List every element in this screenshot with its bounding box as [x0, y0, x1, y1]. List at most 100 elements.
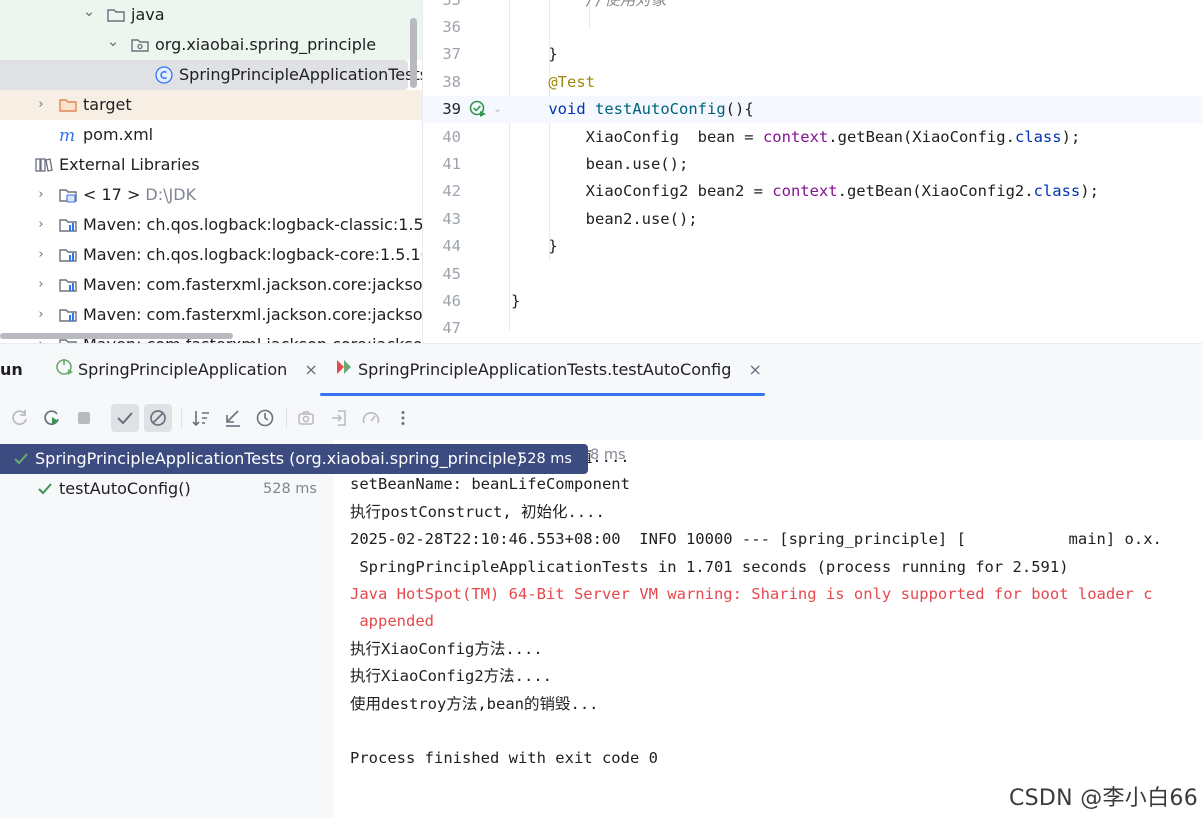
console-output[interactable]: 8 ms 执行setSingletonDog,属性赋值....setBeanNa…: [334, 440, 1202, 818]
toolbar-separator: [286, 408, 287, 428]
chevron-right-icon[interactable]: ›: [34, 270, 48, 300]
code-line[interactable]: 46}: [423, 288, 1202, 315]
line-number: 44: [442, 237, 461, 256]
code-line[interactable]: 38 @Test: [423, 69, 1202, 96]
test-tree-child[interactable]: testAutoConfig() 528 ms: [0, 474, 334, 504]
tree-row-label: org.xiaobai.spring_principle: [155, 35, 377, 54]
tree-row[interactable]: › Maven: ch.qos.logback:logback-core:1.5.…: [0, 240, 422, 270]
line-number: 45: [442, 264, 461, 283]
test-results-tree[interactable]: SpringPrincipleApplicationTests (org.xia…: [0, 440, 588, 818]
line-number: 40: [442, 127, 461, 146]
code-text: //使用对象: [511, 0, 667, 14]
code-line[interactable]: 41 bean.use();: [423, 151, 1202, 178]
tab-spring-principle-application[interactable]: SpringPrincipleApplication ×: [54, 344, 318, 396]
run-tabs: un SpringPrincipleApplication × SpringPr…: [0, 344, 1202, 396]
close-tab-icon[interactable]: ×: [748, 360, 761, 379]
chevron-right-icon[interactable]: ›: [34, 240, 48, 270]
code-line[interactable]: 35 //使用对象: [423, 0, 1202, 14]
jar-icon: [58, 305, 78, 325]
screenshot-icon[interactable]: [292, 404, 320, 432]
code-line[interactable]: 40 XiaoConfig bean = context.getBean(Xia…: [423, 124, 1202, 151]
passed-check-icon: [13, 444, 29, 484]
test-tree-root[interactable]: SpringPrincipleApplicationTests (org.xia…: [0, 444, 588, 474]
tree-vertical-scrollbar[interactable]: [410, 18, 417, 88]
console-line: 执行XiaoConfig2方法....: [350, 667, 552, 686]
coverage-icon[interactable]: [357, 404, 385, 432]
import-icon[interactable]: [325, 404, 353, 432]
tree-row-label: Maven: ch.qos.logback:logback-classic:1.…: [83, 215, 422, 234]
folder-icon: [106, 5, 126, 25]
tree-row-label: java: [131, 5, 165, 24]
line-number: 35: [423, 0, 461, 14]
line-number: 36: [442, 17, 461, 36]
code-line[interactable]: 36: [423, 14, 1202, 41]
code-text: bean.use();: [511, 154, 689, 173]
code-text: XiaoConfig2 bean2 = context.getBean(Xiao…: [511, 182, 1099, 201]
toolbar-separator: [181, 408, 182, 428]
show-passed-icon[interactable]: [111, 404, 139, 432]
test-method-label: testAutoConfig(): [59, 479, 191, 498]
tree-row[interactable]: ⌄ java: [0, 0, 422, 30]
passed-check-icon: [37, 474, 53, 514]
orange-folder-icon: [58, 95, 78, 115]
tree-row-label: pom.xml: [83, 125, 154, 144]
project-tree[interactable]: ⌄ java ⌄ org.xiaobai.spring_principle Spring…: [0, 0, 422, 343]
test-duration: 528 ms: [263, 481, 317, 497]
tree-row-label: < 17 > D:\JDK: [83, 185, 197, 204]
tree-row[interactable]: External Libraries: [0, 150, 422, 180]
chevron-down-icon[interactable]: ⌄: [82, 0, 96, 22]
run-window-title: un: [0, 360, 23, 379]
chevron-right-icon[interactable]: ›: [34, 180, 48, 210]
code-line[interactable]: 43 bean2.use();: [423, 206, 1202, 233]
console-line: 2025-02-28T22:10:46.553+08:00 INFO 10000…: [350, 530, 1162, 549]
code-line[interactable]: 39 void testAutoConfig(){: [423, 96, 1202, 124]
code-text: }: [511, 291, 521, 310]
chevron-right-icon[interactable]: ›: [34, 300, 48, 330]
chevron-right-icon[interactable]: ›: [34, 210, 48, 240]
tree-row[interactable]: › < 17 > D:\JDK: [0, 180, 422, 210]
code-editor[interactable]: 35 //使用对象3637 }38 @Test39 void testAutoC…: [422, 0, 1202, 343]
tree-row[interactable]: › Maven: com.fasterxml.jackson.core:jacks…: [0, 300, 422, 330]
sort-duration-icon[interactable]: [251, 404, 279, 432]
tab-label: SpringPrincipleApplicationTests.testAuto…: [358, 360, 732, 379]
tree-row[interactable]: SpringPrincipleApplicationTests: [0, 60, 422, 90]
line-number: 41: [442, 154, 461, 173]
fold-chevron-icon[interactable]: ⌄: [493, 102, 502, 115]
more-icon[interactable]: [389, 404, 417, 432]
tree-row[interactable]: › target: [0, 90, 422, 120]
tree-row[interactable]: › Maven: com.fasterxml.jackson.core:jacks…: [0, 270, 422, 300]
class-icon: [154, 65, 174, 85]
close-tab-icon[interactable]: ×: [304, 360, 317, 379]
tab-spring-principle-tests[interactable]: SpringPrincipleApplicationTests.testAuto…: [335, 344, 762, 396]
code-text: void testAutoConfig(){: [511, 100, 754, 119]
tree-row[interactable]: ⌄ org.xiaobai.spring_principle: [0, 30, 422, 60]
tree-row-label: target: [83, 95, 132, 114]
jar-icon: [58, 245, 78, 265]
tab-label: SpringPrincipleApplication: [78, 360, 288, 379]
line-number: 38: [442, 72, 461, 91]
line-number: 43: [442, 209, 461, 228]
run-test-gutter-icon[interactable]: [469, 100, 487, 118]
run-toolbar: [0, 396, 1202, 440]
tree-row[interactable]: m pom.xml: [0, 120, 422, 150]
code-line[interactable]: 45: [423, 261, 1202, 288]
tree-row[interactable]: › Maven: ch.qos.logback:logback-classic:1…: [0, 210, 422, 240]
chevron-down-icon[interactable]: ⌄: [106, 30, 120, 52]
rerun-failed-icon[interactable]: [38, 404, 66, 432]
code-line[interactable]: 47: [423, 315, 1202, 342]
console-error-line: appended: [350, 612, 434, 631]
code-line[interactable]: 44 }: [423, 233, 1202, 260]
library-icon: [34, 155, 54, 175]
chevron-right-icon[interactable]: ›: [34, 90, 48, 120]
rerun-icon[interactable]: [6, 404, 34, 432]
tree-horizontal-scrollbar[interactable]: [0, 333, 233, 339]
code-line[interactable]: 42 XiaoConfig2 bean2 = context.getBean(X…: [423, 178, 1202, 205]
show-ignored-icon[interactable]: [144, 404, 172, 432]
code-line[interactable]: 37 }: [423, 41, 1202, 68]
stop-icon[interactable]: [70, 404, 98, 432]
svg-text:m: m: [59, 126, 75, 145]
test-duration: 528 ms: [518, 451, 572, 467]
sort-alpha-icon[interactable]: [187, 404, 215, 432]
collapse-icon[interactable]: [219, 404, 247, 432]
line-number: 37: [442, 45, 461, 64]
